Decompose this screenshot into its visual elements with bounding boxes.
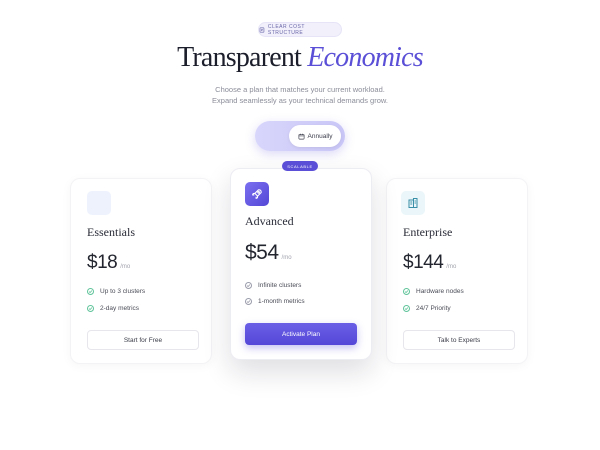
subtitle-line-2: Expand seamlessly as your technical dema… [212, 96, 388, 105]
plan-period: /mo [446, 264, 457, 270]
plan-feature: 24/7 Priority [403, 305, 451, 312]
plan-card-advanced: Advanced $54 /mo Infinite clusters 1-mon… [230, 168, 372, 360]
plan-badge: SCALABLE [282, 161, 318, 171]
blank-tile-icon [87, 191, 111, 215]
talk-to-experts-button[interactable]: Talk to Experts [403, 330, 515, 350]
activate-plan-button[interactable]: Activate Plan [245, 323, 357, 345]
plan-card-enterprise: Enterprise $144 /mo Hardware nodes 24/7 … [386, 178, 528, 364]
building-icon [401, 191, 425, 215]
check-icon [87, 305, 94, 312]
plan-period: /mo [120, 264, 131, 270]
plan-price-row: $54 /mo [245, 241, 292, 265]
plan-feature-label: Hardware nodes [416, 288, 464, 295]
receipt-icon [259, 26, 265, 33]
plan-feature: Hardware nodes [403, 288, 464, 295]
plan-period: /mo [281, 255, 292, 261]
plan-price-row: $144 /mo [403, 252, 456, 274]
billing-toggle[interactable]: Annually [255, 121, 345, 151]
check-icon [87, 288, 94, 295]
plan-feature: Up to 3 clusters [87, 288, 145, 295]
subtitle-line-1: Choose a plan that matches your current … [215, 85, 385, 94]
plan-feature: 2-day metrics [87, 305, 139, 312]
billing-toggle-label: Annually [307, 132, 333, 140]
title-accent: Economics [307, 42, 423, 73]
eyebrow-label: CLEAR COST STRUCTURE [267, 23, 305, 36]
plan-name: Essentials [87, 225, 135, 239]
plan-feature-label: 24/7 Priority [416, 305, 451, 312]
plan-price: $18 [87, 252, 118, 273]
plan-price-row: $18 /mo [87, 252, 130, 274]
plan-price: $144 [403, 252, 444, 273]
plan-feature: 1-month metrics [245, 298, 305, 305]
billing-toggle-knob[interactable]: Annually [289, 125, 341, 147]
page-title: Transparent Economics [0, 42, 600, 74]
calendar-icon [298, 133, 304, 139]
start-for-free-button[interactable]: Start for Free [87, 330, 199, 350]
plan-feature-label: Infinite clusters [258, 282, 302, 289]
plan-card-essentials: Essentials $18 /mo Up to 3 clusters 2-da… [70, 178, 212, 364]
rocket-icon [245, 182, 269, 206]
plan-feature-label: 2-day metrics [100, 305, 140, 312]
eyebrow-pill: CLEAR COST STRUCTURE [258, 22, 342, 37]
title-main: Transparent [177, 42, 302, 73]
plan-feature: Infinite clusters [245, 282, 301, 289]
check-icon [403, 305, 410, 312]
check-icon [245, 282, 252, 289]
plan-price: $54 [245, 241, 279, 264]
plan-name: Advanced [245, 214, 294, 228]
check-icon [245, 298, 252, 305]
plan-name: Enterprise [403, 225, 453, 239]
plan-feature-label: 1-month metrics [258, 298, 305, 305]
plan-feature-label: Up to 3 clusters [100, 288, 146, 295]
page-subtitle: Choose a plan that matches your current … [0, 84, 600, 106]
check-icon [403, 288, 410, 295]
